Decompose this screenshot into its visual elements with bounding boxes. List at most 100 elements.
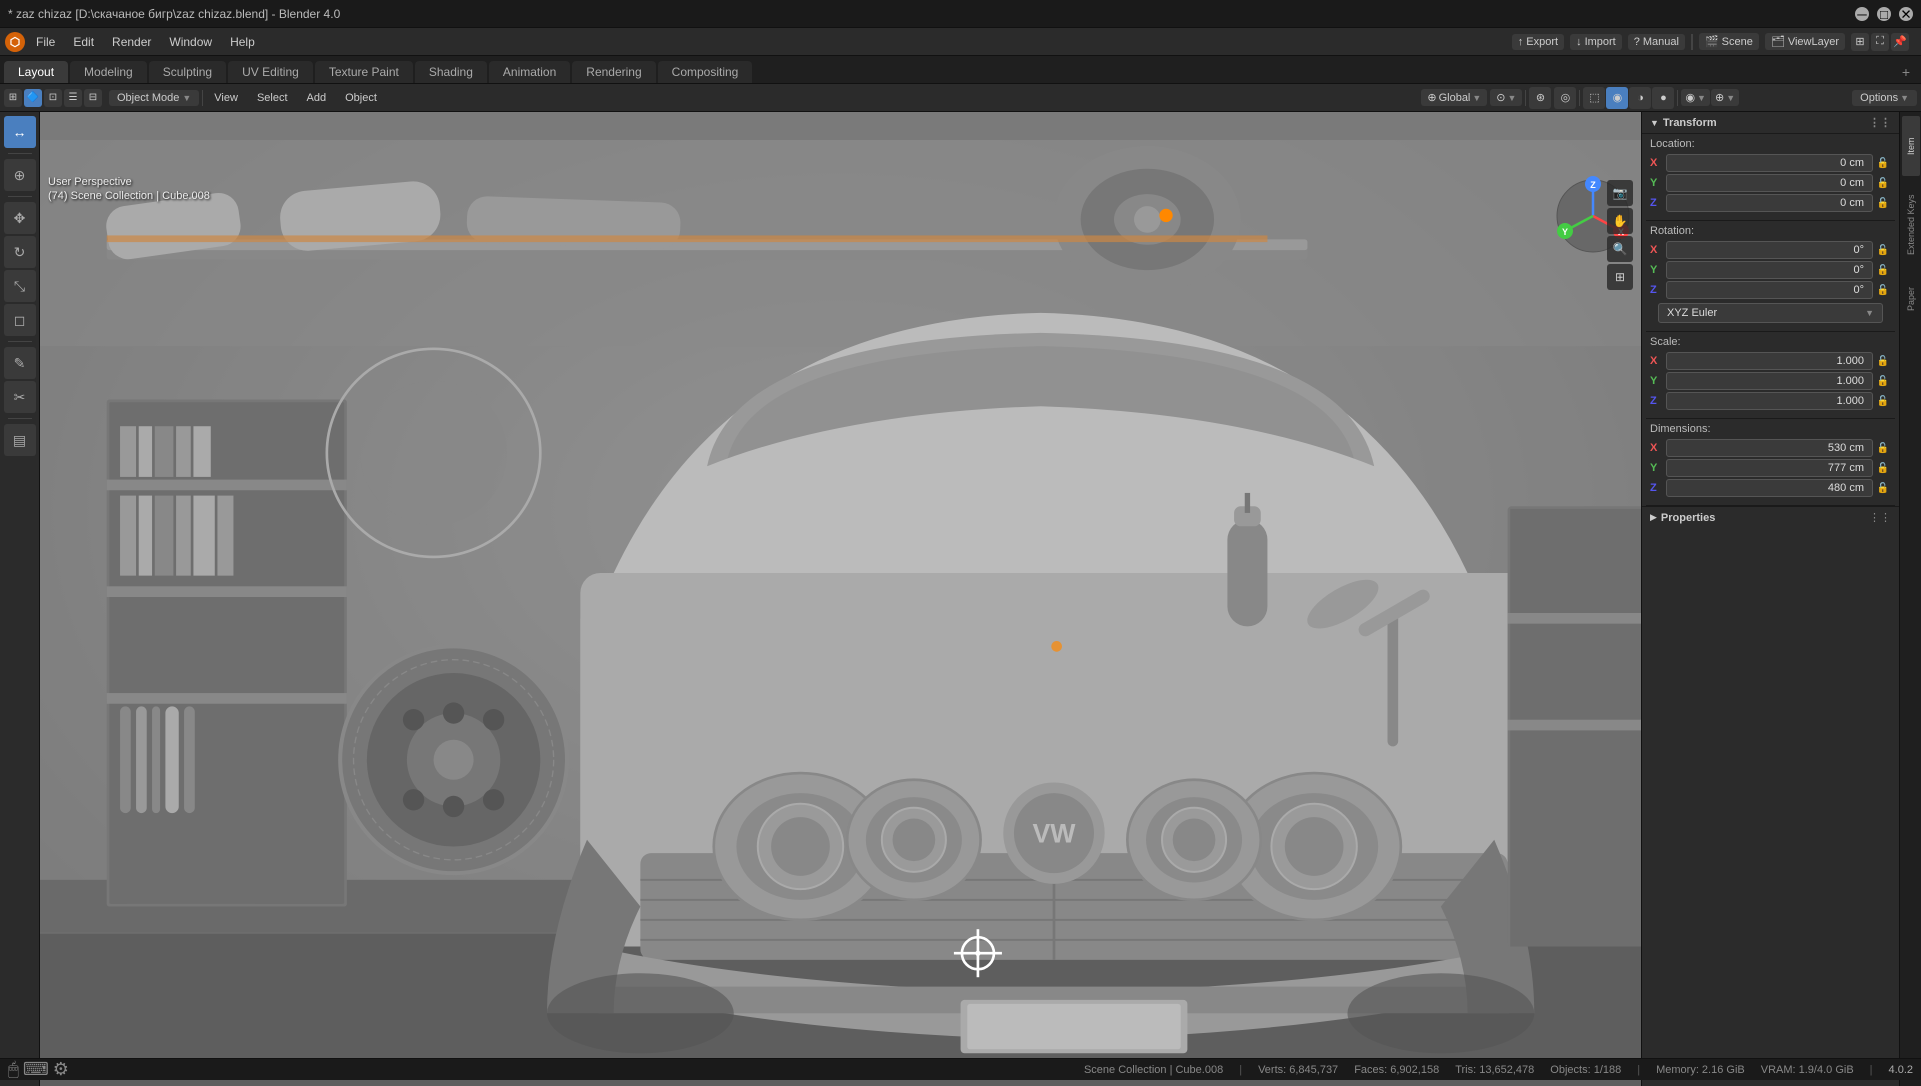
tab-uv-editing[interactable]: UV Editing bbox=[228, 61, 313, 83]
scene-dropdown[interactable]: 🎬 Scene bbox=[1699, 33, 1759, 50]
scale-y-field[interactable]: 1.000 bbox=[1666, 372, 1873, 390]
tab-layout[interactable]: Layout bbox=[4, 61, 68, 83]
tab-modeling[interactable]: Modeling bbox=[70, 61, 147, 83]
looksdev-btn[interactable]: ◑ bbox=[1629, 87, 1651, 109]
tab-rendering[interactable]: Rendering bbox=[572, 61, 655, 83]
object-mode-dropdown[interactable]: Object Mode ▼ bbox=[109, 90, 199, 106]
scale-z-lock[interactable]: 🔓 bbox=[1875, 396, 1891, 407]
dim-x-lock[interactable]: 🔓 bbox=[1875, 443, 1891, 454]
status-memory: Memory: 2.16 GiB bbox=[1656, 1064, 1745, 1076]
dim-y-field[interactable]: 777 cm bbox=[1666, 459, 1873, 477]
add-cube-tool-btn[interactable]: ▤ bbox=[4, 424, 36, 456]
overlays-btn[interactable]: ◉ ▼ bbox=[1681, 89, 1710, 106]
hand-btn[interactable]: ✋ bbox=[1607, 208, 1633, 234]
extended-keys-tab[interactable]: Extended Keys bbox=[1902, 180, 1920, 270]
rot-x-field[interactable]: 0° bbox=[1666, 241, 1873, 259]
properties-section[interactable]: ▶ Properties ⋮⋮ bbox=[1642, 506, 1899, 528]
manual-btn[interactable]: ? Manual bbox=[1628, 34, 1685, 50]
rotate-tool-btn[interactable]: ↻ bbox=[4, 236, 36, 268]
snap-btn[interactable]: ⊛ bbox=[1529, 87, 1551, 109]
toolbar-icon-1[interactable]: ⊞ bbox=[4, 89, 22, 107]
import-btn[interactable]: ↓ Import bbox=[1570, 34, 1622, 50]
measure-tool-btn[interactable]: ✂ bbox=[4, 381, 36, 413]
toolbar-icon-3[interactable]: ⊡ bbox=[44, 89, 62, 107]
rot-z-field[interactable]: 0° bbox=[1666, 281, 1873, 299]
loc-x-field[interactable]: 0 cm bbox=[1666, 154, 1873, 172]
loc-z-lock[interactable]: 🔓 bbox=[1875, 198, 1891, 209]
transform-space[interactable]: ⊕ Global ▼ bbox=[1421, 89, 1487, 106]
viewport[interactable]: VW bbox=[40, 112, 1641, 1086]
status-icon-left[interactable]: 🖱 bbox=[8, 1059, 19, 1080]
pin-btn[interactable]: 📌 bbox=[1891, 33, 1909, 51]
status-icon-keyboard[interactable]: ⌨ bbox=[23, 1059, 49, 1080]
transform-panel-settings[interactable]: ⋮⋮ bbox=[1869, 116, 1891, 129]
rot-z-lock[interactable]: 🔓 bbox=[1875, 285, 1891, 296]
cursor-tool-btn[interactable]: ⊕ bbox=[4, 159, 36, 191]
toolbar-icon-4[interactable]: ☰ bbox=[64, 89, 82, 107]
rot-x-lock[interactable]: 🔓 bbox=[1875, 245, 1891, 256]
move-tool-btn[interactable]: ✥ bbox=[4, 202, 36, 234]
select-tool-btn[interactable]: ↔ bbox=[4, 116, 36, 148]
rot-y-lock[interactable]: 🔓 bbox=[1875, 265, 1891, 276]
scale-y-lock[interactable]: 🔓 bbox=[1875, 376, 1891, 387]
scale-x-field[interactable]: 1.000 bbox=[1666, 352, 1873, 370]
object-menu[interactable]: Object bbox=[337, 90, 385, 106]
menu-render[interactable]: Render bbox=[104, 33, 159, 51]
tab-shading[interactable]: Shading bbox=[415, 61, 487, 83]
export-btn[interactable]: ↑ Export bbox=[1512, 34, 1564, 50]
editor-type-btn[interactable]: ⊞ bbox=[1851, 33, 1869, 51]
euler-dropdown[interactable]: XYZ Euler ▼ bbox=[1658, 303, 1883, 323]
loc-y-row: Y 0 cm 🔓 bbox=[1650, 174, 1891, 192]
full-screen-btn[interactable]: ⛶ bbox=[1871, 33, 1889, 51]
loc-z-field[interactable]: 0 cm bbox=[1666, 194, 1873, 212]
maximize-button[interactable]: □ bbox=[1877, 7, 1891, 21]
gizmos-btn[interactable]: ⊕ ▼ bbox=[1711, 89, 1739, 106]
item-tab[interactable]: Item bbox=[1902, 116, 1920, 176]
solid-btn[interactable]: ◉ bbox=[1606, 87, 1628, 109]
scale-tool-btn[interactable]: ⤡ bbox=[4, 270, 36, 302]
scale-x-lock[interactable]: 🔓 bbox=[1875, 356, 1891, 367]
add-menu[interactable]: Add bbox=[299, 90, 335, 106]
titlebar-controls: ─ □ ✕ bbox=[1855, 7, 1913, 21]
tab-texture-paint[interactable]: Texture Paint bbox=[315, 61, 413, 83]
menu-file[interactable]: File bbox=[28, 33, 63, 51]
menu-window[interactable]: Window bbox=[161, 33, 220, 51]
menu-edit[interactable]: Edit bbox=[65, 33, 102, 51]
properties-settings[interactable]: ⋮⋮ bbox=[1869, 511, 1891, 524]
add-workspace-btn[interactable]: + bbox=[1895, 61, 1917, 83]
transform-pivot[interactable]: ⊙ ▼ bbox=[1490, 89, 1522, 106]
transform-tool-btn[interactable]: ◻ bbox=[4, 304, 36, 336]
loc-x-lock[interactable]: 🔓 bbox=[1875, 158, 1891, 169]
view-menu[interactable]: View bbox=[206, 90, 246, 106]
status-icon-settings[interactable]: ⚙ bbox=[53, 1059, 69, 1080]
close-button[interactable]: ✕ bbox=[1899, 7, 1913, 21]
rendered-btn[interactable]: ● bbox=[1652, 87, 1674, 109]
select-menu[interactable]: Select bbox=[249, 90, 296, 106]
tab-compositing[interactable]: Compositing bbox=[658, 61, 753, 83]
minimize-button[interactable]: ─ bbox=[1855, 7, 1869, 21]
zoom-btn[interactable]: 🔍 bbox=[1607, 236, 1633, 262]
viewlayer-dropdown[interactable]: 🗂 ViewLayer bbox=[1765, 33, 1845, 50]
grid-view-btn[interactable]: ⊞ bbox=[1607, 264, 1633, 290]
menu-help[interactable]: Help bbox=[222, 33, 263, 51]
paper-tab[interactable]: Paper bbox=[1902, 274, 1920, 324]
dim-z-lock[interactable]: 🔓 bbox=[1875, 483, 1891, 494]
scale-z-field[interactable]: 1.000 bbox=[1666, 392, 1873, 410]
transform-panel-header[interactable]: ▼ Transform ⋮⋮ bbox=[1642, 112, 1899, 134]
loc-y-field[interactable]: 0 cm bbox=[1666, 174, 1873, 192]
tab-sculpting[interactable]: Sculpting bbox=[149, 61, 226, 83]
proportional-btn[interactable]: ◎ bbox=[1554, 87, 1576, 109]
options-btn[interactable]: Options ▼ bbox=[1852, 90, 1917, 106]
dim-z-field[interactable]: 480 cm bbox=[1666, 479, 1873, 497]
tab-animation[interactable]: Animation bbox=[489, 61, 570, 83]
toolbar-icon-5[interactable]: ⊟ bbox=[84, 89, 102, 107]
view-mode-label: User Perspective bbox=[48, 176, 210, 188]
zoom-camera-btn[interactable]: 📷 bbox=[1607, 180, 1633, 206]
toolbar-icon-2[interactable]: 🔷 bbox=[24, 89, 42, 107]
dim-y-lock[interactable]: 🔓 bbox=[1875, 463, 1891, 474]
wireframe-btn[interactable]: ⬚ bbox=[1583, 87, 1605, 109]
dim-x-field[interactable]: 530 cm bbox=[1666, 439, 1873, 457]
rot-y-field[interactable]: 0° bbox=[1666, 261, 1873, 279]
loc-y-lock[interactable]: 🔓 bbox=[1875, 178, 1891, 189]
annotate-tool-btn[interactable]: ✎ bbox=[4, 347, 36, 379]
